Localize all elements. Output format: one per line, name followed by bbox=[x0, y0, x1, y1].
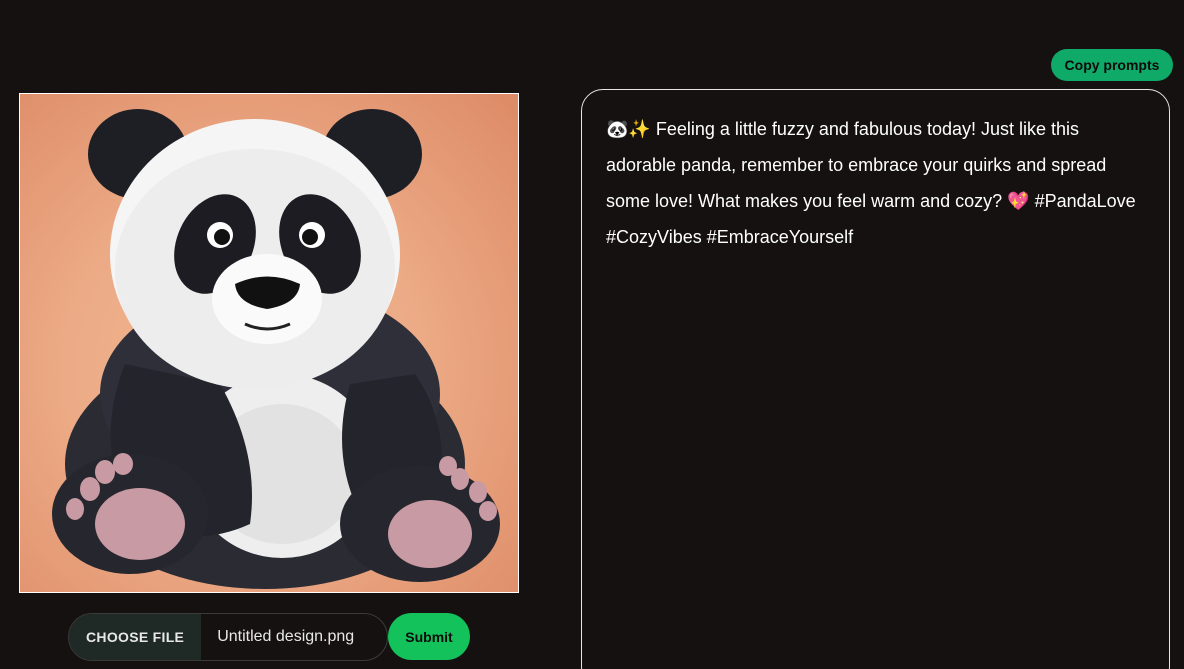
uploaded-image-preview bbox=[19, 93, 519, 593]
app-root: Copy prompts CHOOSE FILE Untitled design… bbox=[0, 0, 1184, 669]
generated-caption-panel: 🐼✨ Feeling a little fuzzy and fabulous t… bbox=[581, 89, 1170, 669]
generated-caption-text: 🐼✨ Feeling a little fuzzy and fabulous t… bbox=[606, 119, 1136, 247]
file-upload-control: CHOOSE FILE Untitled design.png bbox=[68, 613, 388, 661]
choose-file-button[interactable]: CHOOSE FILE bbox=[69, 614, 202, 660]
selected-file-name: Untitled design.png bbox=[217, 628, 355, 645]
panda-illustration bbox=[52, 109, 500, 589]
copy-prompts-button[interactable]: Copy prompts bbox=[1051, 49, 1173, 81]
submit-button[interactable]: Submit bbox=[388, 613, 470, 660]
